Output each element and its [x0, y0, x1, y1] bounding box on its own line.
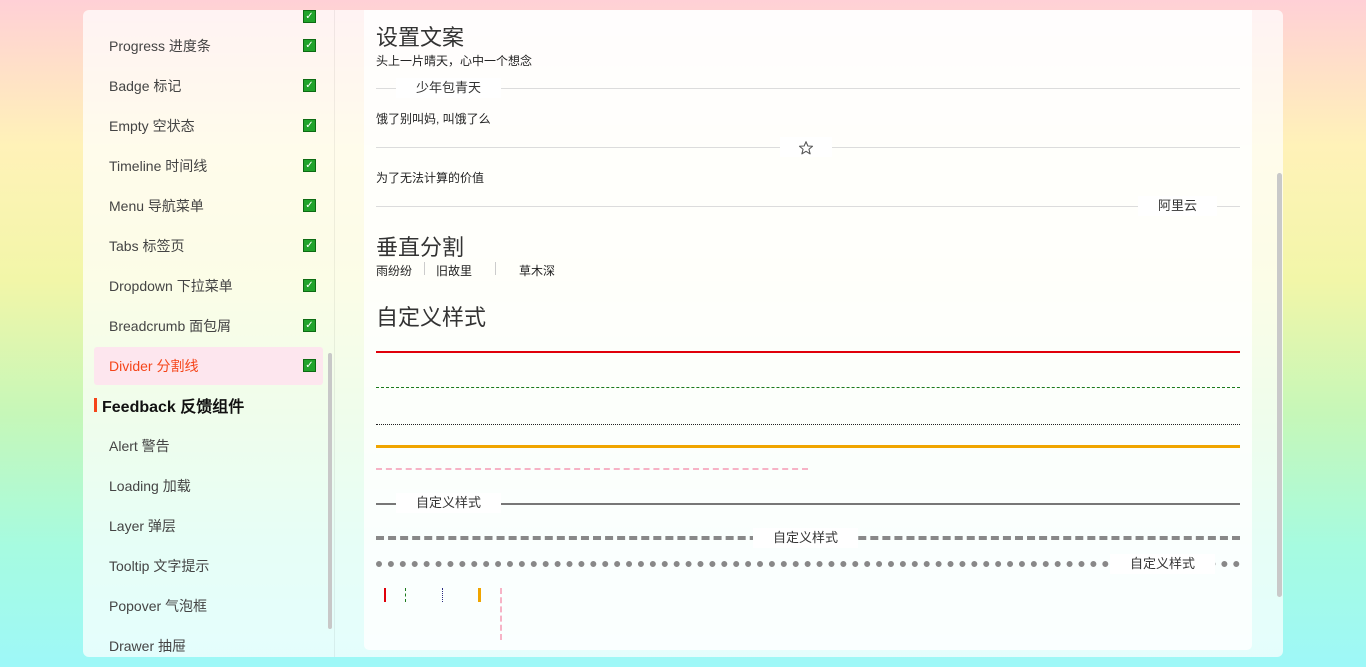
vertical-item: 草木深 — [519, 264, 556, 278]
sidebar-scrollbar[interactable] — [328, 353, 332, 629]
checkbox-checked-icon: ✓ — [303, 119, 316, 132]
checkbox-checked-icon: ✓ — [303, 39, 316, 52]
section-title-text: 设置文案 — [376, 25, 465, 50]
sidebar-item-label: Tooltip 文字提示 — [109, 558, 210, 574]
divider-gray-solid — [376, 503, 1240, 505]
sidebar-item-badge[interactable]: Badge 标记 ✓ — [94, 67, 323, 105]
sidebar-item-divider[interactable]: Divider 分割线 ✓ — [94, 347, 323, 385]
checkbox-checked-icon: ✓ — [303, 10, 316, 23]
sidebar-item-menu[interactable]: Menu 导航菜单 ✓ — [94, 187, 323, 225]
divider-orange-thick — [376, 445, 1240, 448]
sidebar-item-label: Tabs 标签页 — [109, 238, 185, 254]
sidebar-item-label: Popover 气泡框 — [109, 598, 208, 614]
checkbox-checked-icon: ✓ — [303, 199, 316, 212]
checkbox-checked-icon: ✓ — [303, 159, 316, 172]
divider-line — [376, 206, 1240, 207]
divider-red-solid — [376, 351, 1240, 353]
group-accent-bar — [94, 398, 97, 412]
divider-pink-dashed-half — [376, 468, 808, 470]
sidebar-item-label: Progress 进度条 — [109, 38, 211, 54]
body-text: 饿了别叫妈, 叫饿了么 — [376, 112, 491, 126]
section-title-vertical: 垂直分割 — [376, 235, 465, 260]
star-outline-icon — [780, 137, 832, 157]
divider-text-left: 少年包青天 — [396, 78, 502, 98]
checkbox-checked-icon: ✓ — [303, 239, 316, 252]
sidebar-item-label: Layer 弹层 — [109, 518, 176, 534]
sidebar-item-progress[interactable]: Progress 进度条 ✓ — [94, 27, 323, 65]
sidebar-item-popover[interactable]: Popover 气泡框 — [94, 587, 323, 625]
vertical-divider — [424, 262, 425, 275]
body-text: 为了无法计算的价值 — [376, 171, 485, 185]
sidebar-item-breadcrumb[interactable]: Breadcrumb 面包屑 ✓ — [94, 307, 323, 345]
sidebar-nav: ✓ Progress 进度条 ✓ Badge 标记 ✓ Empty 空状态 ✓ … — [83, 10, 335, 657]
vertical-divider-red — [384, 588, 386, 602]
checkbox-checked-icon: ✓ — [303, 359, 316, 372]
checkbox-checked-icon: ✓ — [303, 319, 316, 332]
sidebar-item-label: Badge 标记 — [109, 78, 182, 94]
sidebar-item-label: Alert 警告 — [109, 438, 170, 454]
group-title-label: Feedback 反馈组件 — [102, 399, 245, 416]
sidebar-item-label: Divider 分割线 — [109, 358, 199, 374]
divider-text-left: 自定义样式 — [396, 493, 502, 513]
section-subtitle: 头上一片晴天，心中一个想念 — [376, 54, 533, 68]
sidebar-item-tabs[interactable]: Tabs 标签页 ✓ — [94, 227, 323, 265]
vertical-divider-green — [405, 588, 406, 602]
sidebar-item-timeline[interactable]: Timeline 时间线 ✓ — [94, 147, 323, 185]
sidebar-item-label: Breadcrumb 面包屑 — [109, 318, 232, 334]
divider-black-dotted — [376, 424, 1240, 425]
sidebar-group-feedback: Feedback 反馈组件 — [94, 394, 244, 416]
vertical-divider-orange — [478, 588, 481, 602]
sidebar-item-empty[interactable]: Empty 空状态 ✓ — [94, 107, 323, 145]
divider-text-right: 阿里云 — [1138, 196, 1218, 216]
content-scrollbar[interactable] — [1277, 173, 1282, 597]
content-panel: 设置文案 头上一片晴天，心中一个想念 少年包青天 饿了别叫妈, 叫饿了么 为了无… — [364, 10, 1252, 650]
vertical-divider-dotted — [442, 588, 443, 602]
sidebar-item-label: Dropdown 下拉菜单 — [109, 278, 233, 294]
divider-text-right: 自定义样式 — [1110, 554, 1216, 574]
vertical-item: 旧故里 — [436, 264, 473, 278]
sidebar-item-dropdown[interactable]: Dropdown 下拉菜单 ✓ — [94, 267, 323, 305]
sidebar-item-drawer[interactable]: Drawer 抽屉 — [94, 627, 323, 657]
sidebar-item-label: Loading 加载 — [109, 478, 191, 494]
sidebar-item-label: Timeline 时间线 — [109, 158, 208, 174]
divider-text-center: 自定义样式 — [753, 528, 859, 548]
sidebar-item-layer[interactable]: Layer 弹层 — [94, 507, 323, 545]
vertical-divider — [495, 262, 496, 275]
app-window: ✓ Progress 进度条 ✓ Badge 标记 ✓ Empty 空状态 ✓ … — [83, 10, 1283, 657]
sidebar-item-label: Drawer 抽屉 — [109, 638, 187, 654]
sidebar-item-tooltip[interactable]: Tooltip 文字提示 — [94, 547, 323, 585]
sidebar-item-label: Empty 空状态 — [109, 118, 195, 134]
checkbox-checked-icon: ✓ — [303, 79, 316, 92]
checkbox-checked-icon: ✓ — [303, 279, 316, 292]
vertical-item: 雨纷纷 — [376, 264, 413, 278]
divider-green-dashed — [376, 387, 1240, 388]
section-title-custom: 自定义样式 — [376, 305, 487, 330]
sidebar-item-alert[interactable]: Alert 警告 — [94, 427, 323, 465]
vertical-divider-pink — [500, 588, 502, 640]
sidebar-item-loading[interactable]: Loading 加载 — [94, 467, 323, 505]
sidebar-item-label: Menu 导航菜单 — [109, 198, 204, 214]
divider-line — [376, 88, 1240, 89]
